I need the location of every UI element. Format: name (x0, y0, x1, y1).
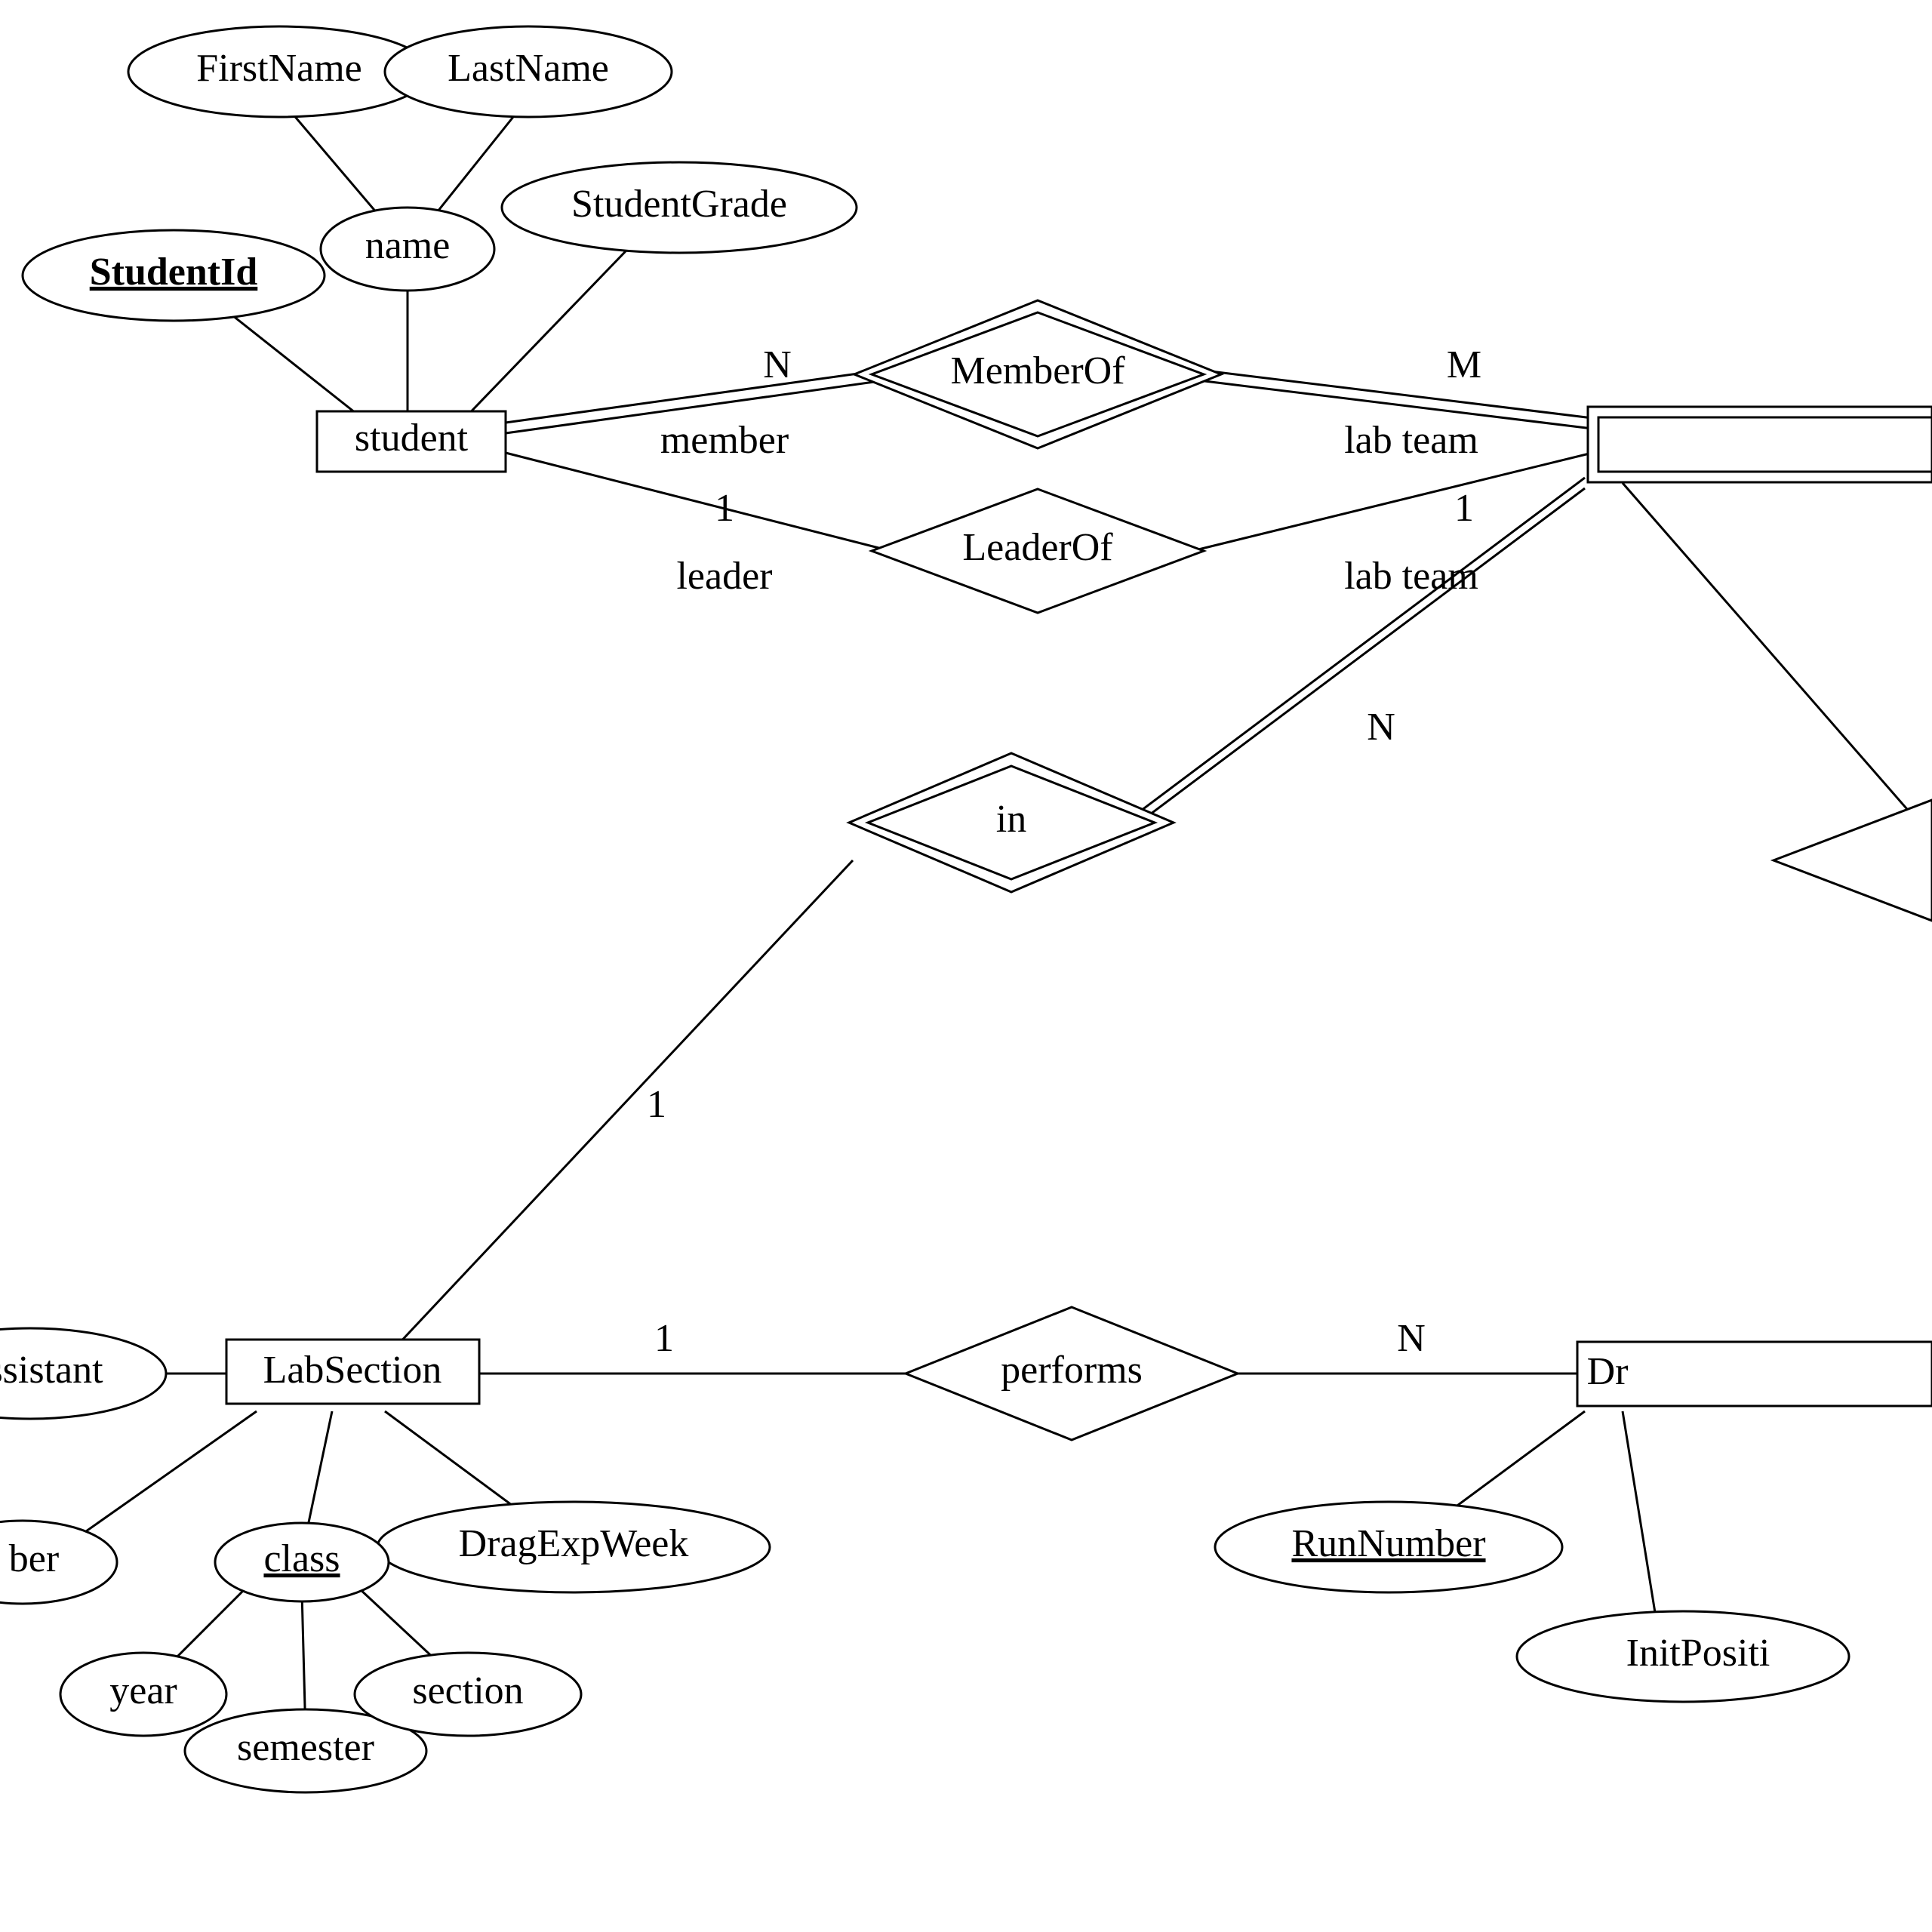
edge-memberof-right-1 (1192, 369, 1592, 418)
attr-dragexpweek-label: DragExpWeek (459, 1522, 689, 1565)
edge-right-offscreen (1623, 483, 1932, 838)
attr-lastname-label: LastName (448, 47, 609, 90)
edge-leaderof-right (1192, 453, 1592, 551)
rel-memberof-label: MemberOf (950, 349, 1125, 392)
edge-in-labsection (385, 860, 853, 1358)
attr-studentgrade-label: StudentGrade (571, 183, 787, 226)
card-n-performs: N (1397, 1317, 1426, 1360)
entity-student-label: student (355, 417, 469, 460)
card-n-in: N (1367, 706, 1395, 749)
entity-right (1598, 417, 1932, 472)
edge-student-leaderof (506, 453, 891, 551)
attr-section-label: section (412, 1669, 523, 1712)
attr-firstname-label: FirstName (196, 47, 362, 90)
attr-class-label: class (263, 1537, 340, 1580)
attr-studentid-label: StudentId (90, 251, 258, 294)
edge-in-right-1 (1132, 478, 1585, 817)
entity-labsection-label: LabSection (263, 1349, 442, 1392)
attr-assistant-label: ssistant (0, 1349, 103, 1392)
attr-name-label: name (365, 224, 451, 267)
attr-runnumber-label: RunNumber (1291, 1522, 1485, 1565)
card-1-leaderof-r: 1 (1454, 487, 1474, 530)
card-1-leaderof-l: 1 (715, 487, 734, 530)
card-m-memberof: M (1447, 343, 1481, 386)
entity-dragexprun-label: Dr (1587, 1350, 1629, 1393)
role-leader: leader (676, 555, 772, 598)
edge-student-memberof-1 (506, 369, 891, 423)
edge-in-right-2 (1132, 488, 1585, 828)
attr-year-label: year (109, 1669, 177, 1712)
attr-semester-label: semester (237, 1726, 374, 1769)
rel-in-label: in (996, 798, 1026, 841)
role-labteam2: lab team (1344, 555, 1478, 598)
role-member: member (660, 419, 789, 462)
card-1-performs: 1 (654, 1317, 674, 1360)
rel-leaderof-label: LeaderOf (962, 526, 1113, 569)
edge-dragexprun-initposition (1623, 1411, 1660, 1645)
attr-initposition-label: InitPositi (1626, 1632, 1770, 1675)
card-n-memberof: N (763, 343, 792, 386)
er-diagram: FirstName LastName name StudentGrade Stu… (0, 0, 1932, 1932)
entity-dragexprun (1577, 1342, 1932, 1406)
rel-offscreen (1774, 800, 1932, 921)
card-1-in: 1 (647, 1083, 666, 1126)
rel-performs-label: performs (1001, 1349, 1143, 1392)
role-labteam1: lab team (1344, 419, 1478, 462)
attr-ber-label: ber (9, 1537, 59, 1580)
